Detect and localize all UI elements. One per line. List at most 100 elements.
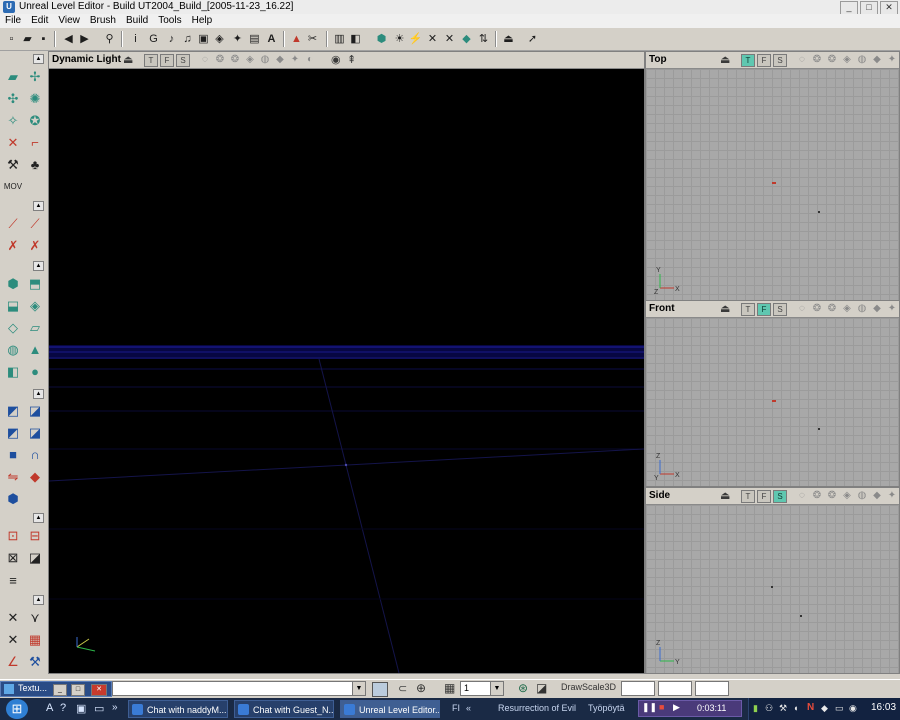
actor-marker[interactable] <box>818 211 820 213</box>
viewport-top[interactable]: Top ⏏ T F S ◌ ❂ ❂ ◈ ◍ ◆ ✦ Y X Z <box>645 51 900 301</box>
viewport-perspective[interactable]: Dynamic Light ⏏ T F S ◌ ❂ ❂ ◈ ◍ ◆ ✦ ◐ ◉ … <box>48 51 645 674</box>
crosshair-icon[interactable]: ⊕ <box>416 681 426 695</box>
viewport-front[interactable]: Front ⏏ T F S ◌ ❂ ❂ ◈ ◍ ◆ ✦ Z X Y <box>645 300 900 487</box>
render-extra-2-icon[interactable]: ◐ <box>304 54 316 65</box>
render-wireframe-icon[interactable]: ◌ <box>199 54 211 65</box>
plane-brush-icon[interactable]: ▱ <box>25 318 45 337</box>
texture-browser-icon[interactable]: ▣ <box>196 31 211 46</box>
tray-shield-icon[interactable]: ◆ <box>821 703 828 714</box>
view-front-button[interactable]: F <box>757 303 771 316</box>
matinee-icon[interactable]: ♣ <box>25 155 45 174</box>
build-geometry-icon[interactable]: ⬢ <box>374 31 389 46</box>
render-depth-icon[interactable]: ◆ <box>871 54 883 65</box>
render-texture-icon[interactable]: ❂ <box>826 490 838 501</box>
grid-icon[interactable]: ▦ <box>444 681 455 695</box>
scale-snap-icon[interactable]: ◪ <box>536 681 547 695</box>
perspective-render[interactable] <box>49 69 644 673</box>
cylinder-brush-icon[interactable]: ◍ <box>3 340 23 359</box>
actor-props-icon[interactable]: i <box>128 31 143 46</box>
render-dynamic-icon[interactable]: ◍ <box>856 303 868 314</box>
brush-split-icon[interactable]: ⟋ <box>25 214 45 233</box>
quicklaunch-help-icon[interactable]: ? <box>60 702 66 714</box>
menu-edit[interactable]: Edit <box>26 14 53 28</box>
group-icon[interactable]: G <box>146 31 161 46</box>
player-start-marker[interactable] <box>772 400 776 402</box>
camera-pos-icon[interactable]: ⏏ <box>501 31 516 46</box>
chevron-down-icon[interactable]: ▼ <box>352 682 365 695</box>
collapse-icon[interactable]: ▲ <box>33 261 44 271</box>
font-icon[interactable]: A <box>264 31 279 46</box>
pause-icon[interactable]: ❚❚ <box>642 702 657 713</box>
stair-brush-icon[interactable]: ⬒ <box>25 274 45 293</box>
lock-icon[interactable]: ⊂ <box>398 682 407 695</box>
camera-mode-icon[interactable]: ▰ <box>3 67 23 86</box>
tool-icon[interactable]: ⚒ <box>25 652 45 671</box>
view-top-button[interactable]: T <box>741 490 755 503</box>
spiral-stair-icon[interactable]: ◈ <box>25 296 45 315</box>
hide-selected-icon[interactable]: ⊟ <box>25 526 45 545</box>
new-icon[interactable]: ▫ <box>4 31 19 46</box>
drawscale-z-field[interactable] <box>695 681 729 696</box>
view-side-button[interactable]: S <box>773 303 787 316</box>
music-icon[interactable]: ♪ <box>164 31 179 46</box>
static-mesh-icon[interactable]: ▤ <box>247 31 262 46</box>
tray-network-icon[interactable]: ▮ <box>753 703 758 714</box>
redo-icon[interactable]: ▶ <box>77 31 92 46</box>
brush-clip-2-icon[interactable]: ⟋ <box>3 214 23 233</box>
collapse-icon[interactable]: ▲ <box>33 513 44 523</box>
view-front-button[interactable]: F <box>757 490 771 503</box>
viewport-camera-icon[interactable]: ⏏ <box>720 302 730 315</box>
render-zones-icon[interactable]: ❂ <box>214 54 226 65</box>
add-special-icon[interactable]: ∩ <box>25 445 45 464</box>
render-lighting-icon[interactable]: ◈ <box>244 54 256 65</box>
invert-icon[interactable]: ≡ <box>3 571 23 590</box>
drawscale-x-field[interactable] <box>621 681 655 696</box>
render-dynamic-icon[interactable]: ◍ <box>259 54 271 65</box>
toolbar-fi[interactable]: FI <box>452 703 460 713</box>
taskbar-item[interactable]: Chat with Guest_N... <box>234 700 334 718</box>
snap-grid-icon[interactable]: ⋎ <box>25 608 45 627</box>
render-extra-icon[interactable]: ✦ <box>886 54 898 65</box>
quicklaunch-more-icon[interactable]: » <box>112 702 118 713</box>
side-grid[interactable]: Z Y <box>646 505 899 673</box>
command-input[interactable]: ▼ <box>112 681 366 696</box>
toolbar-expand-icon[interactable]: « <box>466 703 471 713</box>
actor-marker[interactable] <box>771 586 773 588</box>
open-icon[interactable]: ▰ <box>20 31 35 46</box>
quicklaunch-a-icon[interactable]: A <box>46 702 53 714</box>
render-lighting-icon[interactable]: ◈ <box>841 303 853 314</box>
bsp-flip-icon[interactable]: ✕ <box>3 630 23 649</box>
render-extra-icon[interactable]: ✦ <box>886 490 898 501</box>
render-depth-icon[interactable]: ◆ <box>871 303 883 314</box>
collapse-icon[interactable]: ▲ <box>33 595 44 605</box>
save-icon[interactable]: ▪ <box>36 31 51 46</box>
camera-icon[interactable]: ⇅ <box>476 31 491 46</box>
tray-volume-icon[interactable]: ◖ <box>793 703 798 713</box>
view-side-button[interactable]: S <box>176 54 190 67</box>
front-grid[interactable]: Z X Y <box>646 318 899 486</box>
build-all-icon[interactable]: ✕ <box>425 31 440 46</box>
prefab-icon[interactable]: ▲ <box>289 31 304 46</box>
undo-icon[interactable]: ◀ <box>61 31 76 46</box>
viewport-camera-icon[interactable]: ⏏ <box>123 53 133 66</box>
scale-icon[interactable]: ✧ <box>3 111 23 130</box>
level-icon[interactable]: ◧ <box>348 31 363 46</box>
show-selected-icon[interactable]: ⊡ <box>3 526 23 545</box>
tray-tool-icon[interactable]: ⚒ <box>779 703 787 714</box>
search-icon[interactable]: ⚲ <box>102 31 117 46</box>
render-dynamic-icon[interactable]: ◍ <box>856 490 868 501</box>
tray-extra-icon[interactable]: ◉ <box>849 703 857 714</box>
cone-brush-icon[interactable]: ▲ <box>25 340 45 359</box>
menu-brush[interactable]: Brush <box>85 14 121 28</box>
start-button[interactable]: ⊞ <box>6 699 28 719</box>
render-zones-icon[interactable]: ❂ <box>811 490 823 501</box>
collapse-icon[interactable]: ▲ <box>33 201 44 211</box>
stop-icon[interactable]: ■ <box>659 702 664 712</box>
render-zones-icon[interactable]: ❂ <box>811 303 823 314</box>
static-mesh-brush-icon[interactable]: ⬢ <box>3 489 23 508</box>
play-icon[interactable]: ▶ <box>673 702 680 713</box>
minimize-button[interactable]: _ <box>840 1 858 15</box>
render-depth-icon[interactable]: ◆ <box>274 54 286 65</box>
select-inside-icon[interactable]: ⊠ <box>3 548 23 567</box>
csg-intersect-icon[interactable]: ◩ <box>3 423 23 442</box>
